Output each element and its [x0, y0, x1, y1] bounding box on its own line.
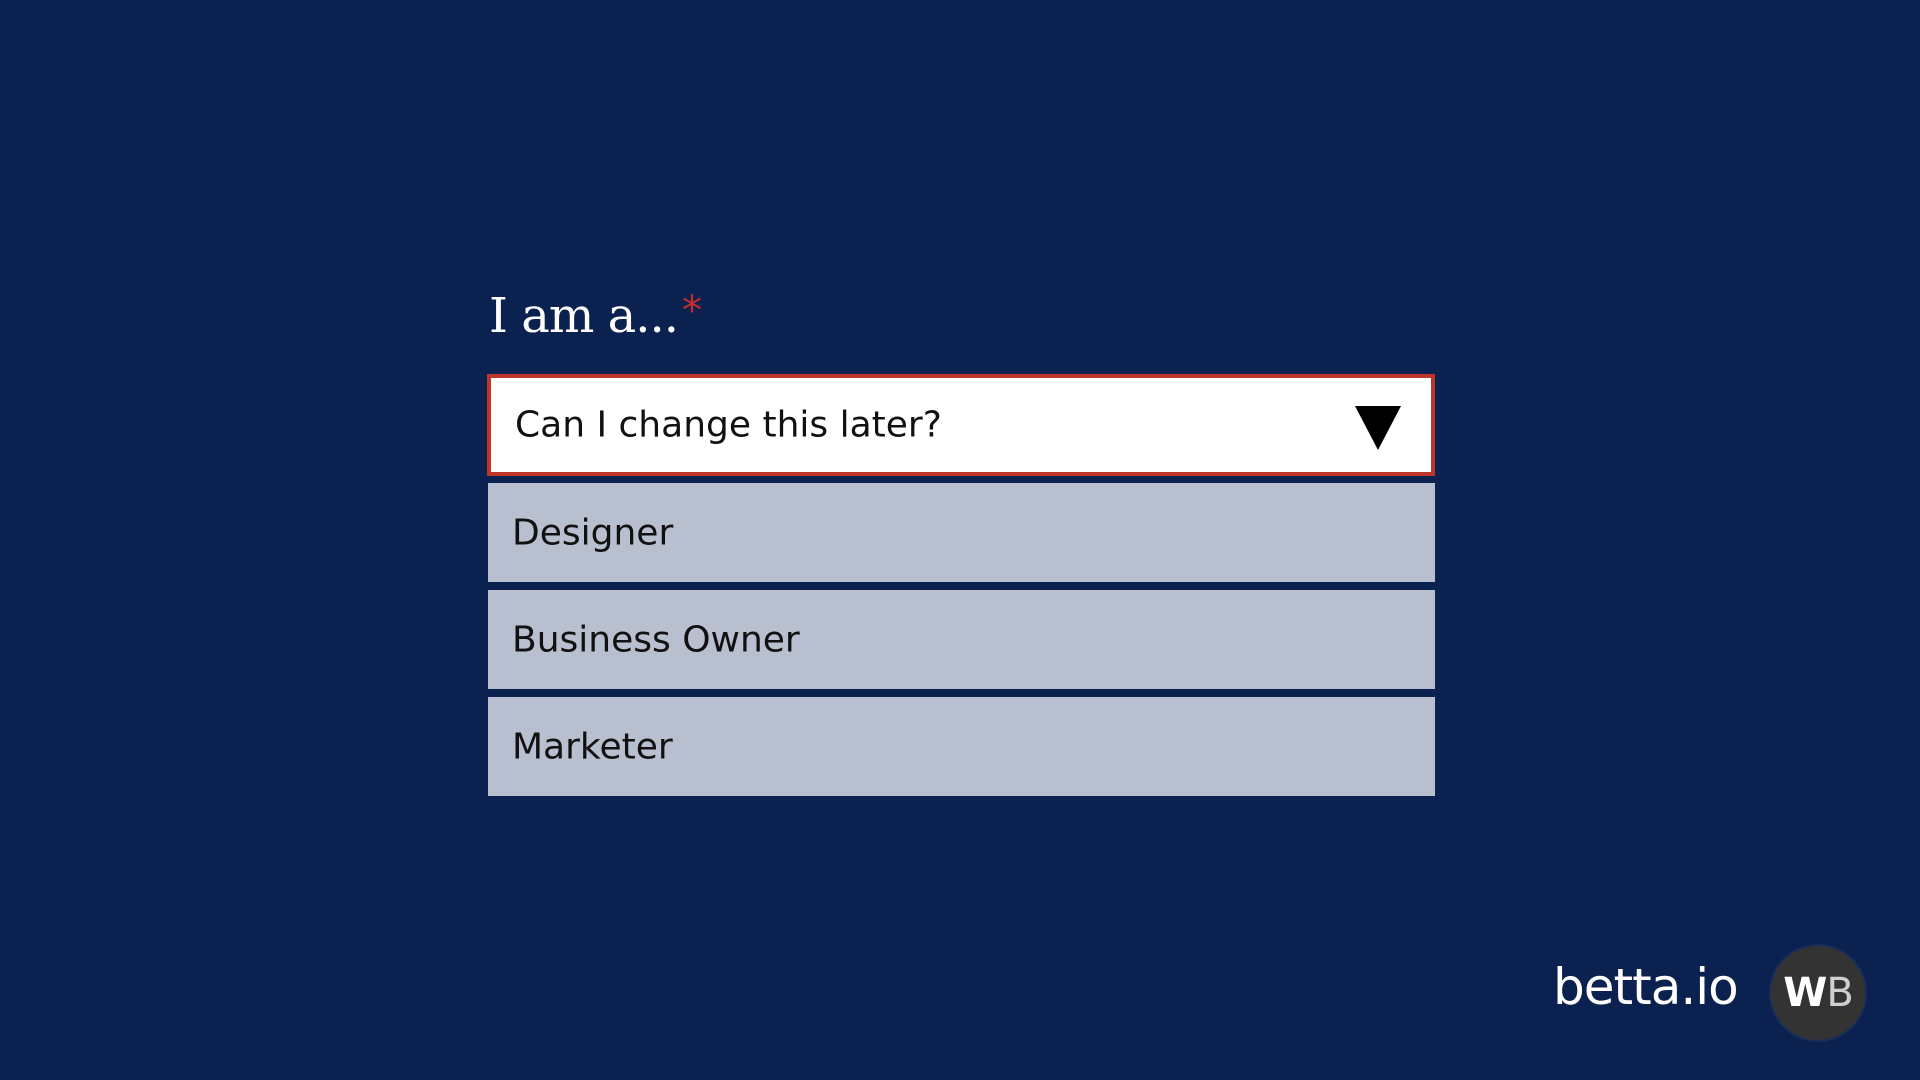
- required-asterisk: *: [682, 288, 702, 334]
- field-label-text: I am a...: [489, 288, 679, 344]
- option-label: Marketer: [512, 726, 673, 767]
- select-value: Can I change this later?: [515, 404, 942, 446]
- page: I am a... * Can I change this later? Desi…: [0, 0, 1920, 1080]
- brand-logo-text: betta.io: [1553, 958, 1739, 1016]
- option-designer[interactable]: Designer: [488, 483, 1435, 582]
- avatar-initials: WB: [1783, 970, 1854, 1016]
- option-marketer[interactable]: Marketer: [488, 697, 1435, 796]
- field-label: I am a... *: [489, 288, 702, 344]
- chevron-down-icon[interactable]: [1355, 406, 1401, 450]
- option-business-owner[interactable]: Business Owner: [488, 590, 1435, 689]
- option-label: Designer: [512, 512, 674, 553]
- role-select[interactable]: Can I change this later?: [487, 374, 1435, 476]
- option-label: Business Owner: [512, 619, 800, 660]
- dropdown-options: Designer Business Owner Marketer: [488, 483, 1435, 804]
- avatar-letter-b: B: [1826, 970, 1853, 1016]
- avatar-letter-w: W: [1783, 970, 1827, 1016]
- avatar: WB: [1771, 946, 1865, 1040]
